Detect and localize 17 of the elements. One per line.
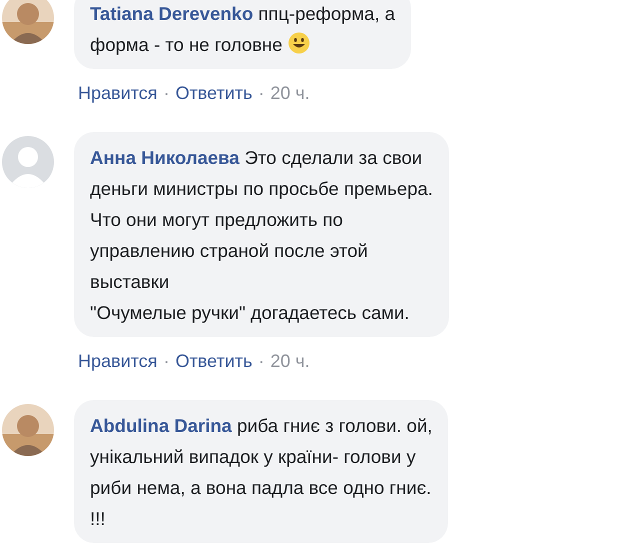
- action-link[interactable]: Нравится: [78, 351, 158, 372]
- comment-text: Abdulina Darina риба гниє з голови. ой, унікальний випадок у країни- голови у риби нема, а вона падла все одно гниє. !!!: [90, 415, 432, 529]
- action-link[interactable]: Нравится: [78, 83, 158, 104]
- separator-dot: ·: [163, 351, 170, 372]
- separator-dot: ·: [163, 83, 170, 104]
- author-link[interactable]: Tatiana Derevenko: [90, 3, 254, 24]
- action-link[interactable]: Ответить: [175, 351, 252, 372]
- separator-dot: ·: [258, 351, 264, 372]
- avatar[interactable]: [2, 404, 54, 456]
- avatar[interactable]: [2, 0, 54, 44]
- author-link[interactable]: Анна Николаева: [90, 147, 240, 168]
- smiley-icon: [288, 32, 310, 54]
- action-link[interactable]: Ответить: [175, 83, 252, 104]
- separator-dot: ·: [258, 83, 264, 104]
- author-link[interactable]: Abdulina Darina: [90, 415, 232, 436]
- comment-text: Анна Николаева Это сделали за свои деньги министры по просьбе премьера. Что они могут предложить по управлению страной после этой выставки "Очумелые ручки" догадаетесь сами.: [90, 147, 433, 323]
- comment-text: Tatiana Derevenko ппц-реформа, а форма - то не головне: [90, 3, 396, 55]
